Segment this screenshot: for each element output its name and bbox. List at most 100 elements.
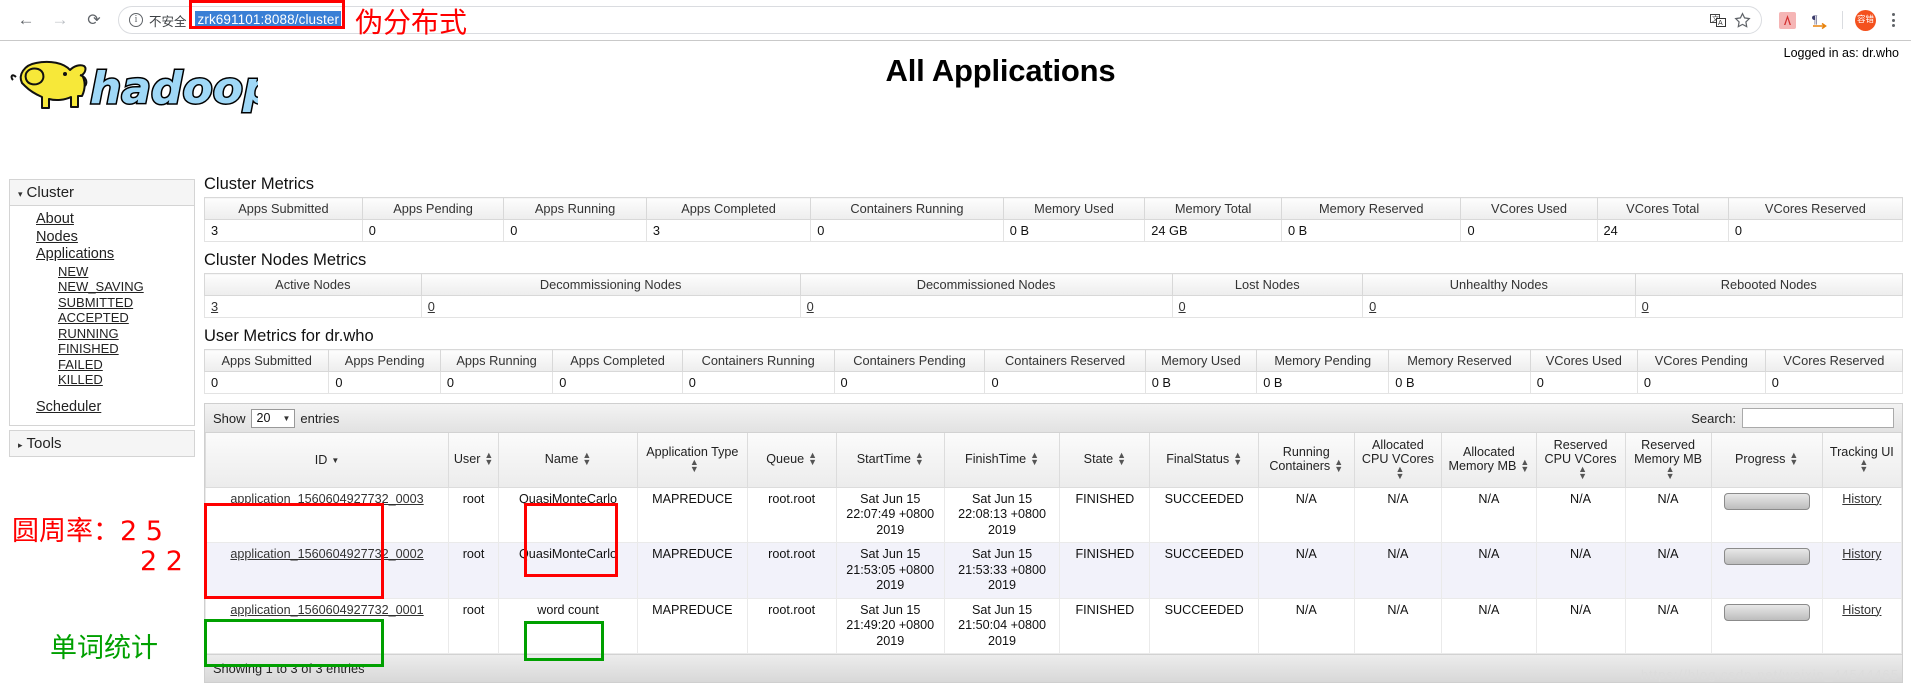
column-header-progress[interactable]: Progress ▲ ▼ <box>1710 433 1823 488</box>
metric-value[interactable]: 0 <box>1171 295 1364 318</box>
omnibox-actions: 文 A <box>1707 9 1757 31</box>
column-header-allocated-memory-mb[interactable]: Allocated Memory MB ▲ ▼ <box>1441 433 1537 488</box>
metric-link[interactable]: 0 <box>1369 299 1376 314</box>
sidebar-item-killed[interactable]: KILLED <box>10 372 194 388</box>
sort-both-icon: ▲ ▼ <box>1789 450 1799 468</box>
cell-res-mem: N/A <box>1624 486 1712 543</box>
metric-value[interactable]: 0 <box>420 295 801 318</box>
cell-alloc-cpu: N/A <box>1353 486 1443 543</box>
history-link[interactable]: History <box>1842 603 1881 617</box>
profile-badge[interactable]: 容错 <box>1855 9 1876 31</box>
column-header-reserved-cpu-vcores[interactable]: Reserved CPU VCores▲ ▼ <box>1535 433 1626 488</box>
url-container[interactable]: zrk691101:8088/cluster <box>188 0 345 29</box>
url-text[interactable]: zrk691101:8088/cluster <box>194 11 342 29</box>
cell-finish-time: Sat Jun 15 22:08:13 +0800 2019 <box>943 486 1061 543</box>
table-row: 00000000 B0 B0 B000 <box>203 371 1904 394</box>
sidebar-item-applications[interactable]: Applications <box>10 246 194 264</box>
cluster-nodes-metrics-title: Cluster Nodes Metrics <box>204 251 367 269</box>
column-header-allocated-cpu-vcores[interactable]: Allocated CPU VCores▲ ▼ <box>1353 433 1443 488</box>
column-header: Apps Completed <box>645 197 812 220</box>
column-header-id[interactable]: ID ▼ <box>204 433 450 488</box>
column-header-queue[interactable]: Queue ▲ ▼ <box>746 433 837 488</box>
metric-value: 0 <box>439 371 554 394</box>
sidebar-item-running[interactable]: RUNNING <box>10 326 194 342</box>
metric-value[interactable]: 3 <box>204 295 422 318</box>
cell-alloc-mem: N/A <box>1441 597 1537 654</box>
application-id-link[interactable]: application_1560604927732_0002 <box>230 547 423 561</box>
sort-both-icon: ▲ ▼ <box>808 450 817 468</box>
metric-link[interactable]: 3 <box>211 299 218 314</box>
cell-tracking-ui[interactable]: History <box>1821 542 1903 599</box>
sidebar-item-scheduler[interactable]: Scheduler <box>10 399 194 417</box>
kebab-menu-icon[interactable] <box>1886 13 1901 27</box>
column-header-starttime[interactable]: StartTime ▲ ▼ <box>835 433 945 488</box>
application-id-link[interactable]: application_1560604927732_0003 <box>230 492 423 506</box>
metric-link[interactable]: 0 <box>807 299 814 314</box>
info-circle-icon[interactable]: i <box>129 13 143 27</box>
forward-icon[interactable]: → <box>44 4 76 36</box>
column-header-running-containers[interactable]: Running Containers ▲ ▼ <box>1257 433 1355 488</box>
sidebar-section-tools[interactable]: ▸ Tools <box>9 430 195 457</box>
column-header: Active Nodes <box>204 273 422 296</box>
column-header-application-type[interactable]: Application Type▲ ▼ <box>636 433 748 488</box>
metric-value: 0 B <box>1002 219 1146 242</box>
column-header-label: User <box>453 452 481 467</box>
history-link[interactable]: History <box>1842 547 1881 561</box>
sidebar-item-new[interactable]: NEW <box>10 264 194 280</box>
column-header-finalstatus[interactable]: FinalStatus ▲ ▼ <box>1149 433 1259 488</box>
reload-icon[interactable]: ⟳ <box>78 4 110 36</box>
pilcrow-arrow-icon[interactable]: ¶ <box>1808 9 1830 31</box>
cell-application-id[interactable]: application_1560604927732_0001 <box>204 597 450 654</box>
metric-link[interactable]: 0 <box>428 299 435 314</box>
metric-value: 0 <box>503 219 647 242</box>
back-icon[interactable]: ← <box>10 4 42 36</box>
sidebar-item-nodes[interactable]: Nodes <box>10 229 194 247</box>
sidebar-item-about[interactable]: About <box>10 211 194 229</box>
translate-icon[interactable]: 文 A <box>1707 9 1729 31</box>
metric-value: 0 B <box>1144 371 1258 394</box>
metric-value[interactable]: 0 <box>1362 295 1636 318</box>
metric-link[interactable]: 0 <box>1642 299 1649 314</box>
column-header-label: Running Containers <box>1269 445 1331 474</box>
column-header-user[interactable]: User ▲ ▼ <box>448 433 500 488</box>
column-header-reserved-memory-mb[interactable]: Reserved Memory MB▲ ▼ <box>1624 433 1712 488</box>
history-link[interactable]: History <box>1842 492 1881 506</box>
cell-application-id[interactable]: application_1560604927732_0003 <box>204 486 450 543</box>
metric-value[interactable]: 0 <box>1634 295 1904 318</box>
search-input[interactable] <box>1742 408 1894 428</box>
table-header-row: Apps Submitted Apps Pending Apps Running Ap… <box>204 197 1904 220</box>
sidebar-item-finished[interactable]: FINISHED <box>10 341 194 357</box>
column-header-tracking-ui[interactable]: Tracking UI▲ ▼ <box>1821 433 1903 488</box>
column-header: Memory Pending <box>1256 349 1390 372</box>
sort-both-icon: ▲ ▼ <box>1859 457 1869 475</box>
column-header-finishtime[interactable]: FinishTime ▲ ▼ <box>943 433 1061 488</box>
sidebar-section-cluster[interactable]: ▾ Cluster <box>9 179 195 206</box>
page-length-select[interactable]: 20 ▼ <box>250 408 296 428</box>
cell-running-containers: N/A <box>1257 597 1355 654</box>
column-header-name[interactable]: Name ▲ ▼ <box>498 433 638 488</box>
cell-progress <box>1710 486 1823 543</box>
sidebar-item-failed[interactable]: FAILED <box>10 357 194 373</box>
metric-link[interactable]: 0 <box>1179 299 1186 314</box>
column-header: Containers Running <box>810 197 1004 220</box>
sort-desc-icon: ▼ <box>331 455 340 465</box>
adobe-acrobat-icon[interactable] <box>1776 9 1798 31</box>
main-content: Cluster Metrics Apps Submitted Apps Pendi… <box>203 175 1904 683</box>
sidebar-item-accepted[interactable]: ACCEPTED <box>10 310 194 326</box>
cell-tracking-ui[interactable]: History <box>1821 486 1903 543</box>
sidebar-item-submitted[interactable]: SUBMITTED <box>10 295 194 311</box>
cell-tracking-ui[interactable]: History <box>1821 597 1903 654</box>
metric-value[interactable]: 0 <box>799 295 1173 318</box>
sidebar-item-new-saving[interactable]: NEW_SAVING <box>10 279 194 295</box>
metric-value: 0 <box>1460 219 1598 242</box>
application-id-link[interactable]: application_1560604927732_0001 <box>230 603 423 617</box>
cell-alloc-mem: N/A <box>1441 542 1537 599</box>
star-icon[interactable] <box>1731 9 1753 31</box>
column-header: Memory Reserved <box>1388 349 1531 372</box>
column-header: Rebooted Nodes <box>1634 273 1904 296</box>
cell-application-id[interactable]: application_1560604927732_0002 <box>204 542 450 599</box>
table-row: application_1560604927732_0002 root QuasiM… <box>204 542 1903 599</box>
column-header: Apps Pending <box>361 197 505 220</box>
metric-value: 0 B <box>1256 371 1390 394</box>
column-header-state[interactable]: State ▲ ▼ <box>1059 433 1151 488</box>
